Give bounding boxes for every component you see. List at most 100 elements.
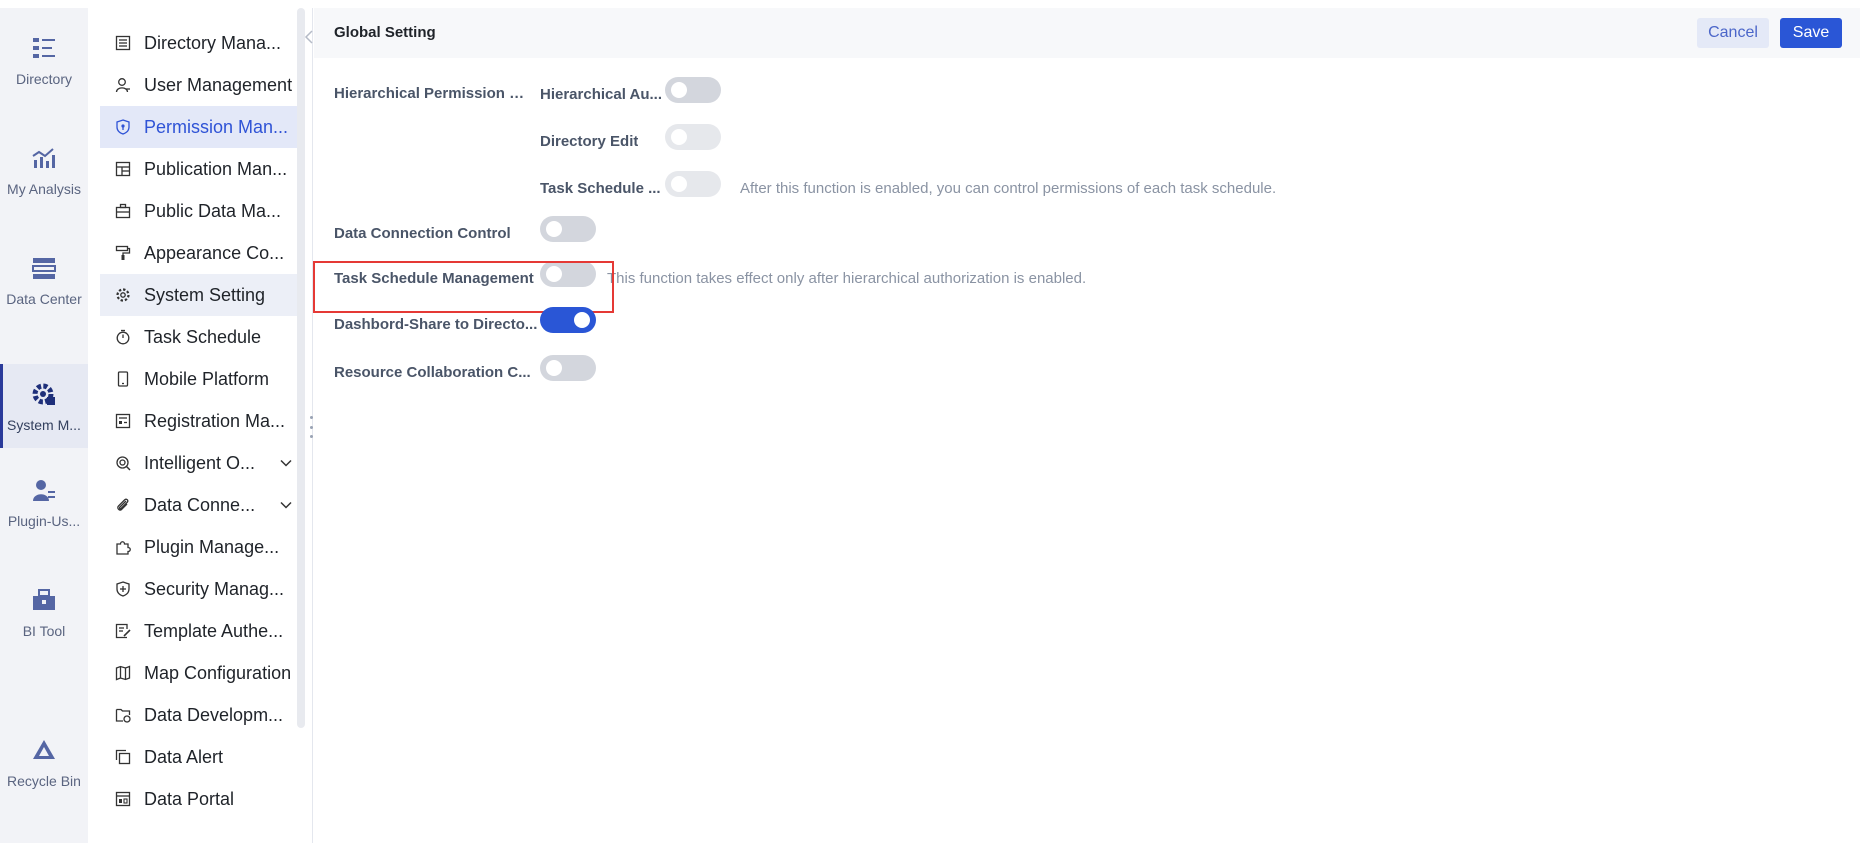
shield-icon [114,118,132,136]
paint-roller-icon [114,244,132,262]
menu-item-label: Security Manag... [144,578,285,599]
stopwatch-icon [114,328,132,346]
menu-item-public-data-management[interactable]: Public Data Ma... [100,190,298,232]
rail-item-data-center[interactable]: Data Center [0,238,88,322]
gear-icon [114,286,132,304]
menu-item-label: Intelligent O... [144,452,256,473]
menu-item-label: System Setting [144,284,266,305]
menu-item-publication-management[interactable]: Publication Man... [100,148,298,190]
toggle-knob [546,360,562,376]
cancel-button[interactable]: Cancel [1697,18,1769,48]
puzzle-icon [114,538,132,556]
rail-item-system-management[interactable]: System M... [0,364,88,448]
rail-item-directory[interactable]: Directory [0,18,88,102]
toggle-knob [546,221,562,237]
recycle-bin-icon [29,735,59,765]
resource-collaboration-label: Resource Collaboration C... [334,364,531,381]
menu-item-task-schedule[interactable]: Task Schedule [100,316,298,358]
intelligent-ops-icon [114,454,132,472]
page-header: Global Setting Cancel Save [314,8,1860,58]
chevron-down-icon[interactable] [278,455,294,471]
menu-item-mobile-platform[interactable]: Mobile Platform [100,358,298,400]
rail-label: Data Center [6,291,82,307]
paperclip-icon [114,496,132,514]
menu-item-data-portal[interactable]: Data Portal [100,778,298,820]
directory-edit-toggle[interactable] [665,124,721,150]
menu-item-appearance-configuration[interactable]: Appearance Co... [100,232,298,274]
analysis-icon [29,143,59,173]
data-connection-control-label: Data Connection Control [334,225,511,242]
menu-item-label: Plugin Manage... [144,536,280,557]
menu-item-label: Data Conne... [144,494,256,515]
hierarchical-authorization-label: Hierarchical Au... [540,86,662,103]
menu-item-label: Template Authe... [144,620,284,641]
menu-item-system-setting[interactable]: System Setting [100,274,298,316]
menu-item-directory-management[interactable]: Directory Mana... [100,22,298,64]
mobile-icon [114,370,132,388]
toggle-knob [671,82,687,98]
top-strip [0,0,1860,8]
template-edit-icon [114,622,132,640]
page-title: Global Setting [334,24,436,41]
toolbox-icon [29,585,59,615]
rail-item-plugin-user[interactable]: Plugin-Us... [0,460,88,544]
rail-item-my-analysis[interactable]: My Analysis [0,128,88,212]
menu-item-permission-management[interactable]: Permission Man... [100,106,298,148]
user-icon [114,76,132,94]
resource-collaboration-toggle[interactable] [540,355,596,381]
menu-item-user-management[interactable]: User Management [100,64,298,106]
menu-scrollbar[interactable] [297,8,305,728]
main-content: Global Setting Cancel Save Hierarchical … [313,8,1860,843]
toggle-knob [671,129,687,145]
chevron-down-icon[interactable] [278,497,294,513]
rail-label: My Analysis [7,181,81,197]
menu-item-label: Map Configuration [144,662,292,683]
rail-label: Plugin-Us... [7,513,81,529]
menu-item-label: Data Developm... [144,704,284,725]
directory-edit-label: Directory Edit [540,133,639,150]
layout-icon [114,160,132,178]
security-shield-icon [114,580,132,598]
menu-item-template-authentication[interactable]: Template Authe... [100,610,298,652]
menu-item-label: Appearance Co... [144,242,285,263]
task-schedule-permission-label: Task Schedule ... [540,180,661,197]
hierarchical-authorization-toggle[interactable] [665,77,721,103]
directory-list-icon [114,34,132,52]
hierarchical-permission-label: Hierarchical Permission M... [334,85,534,102]
app-root: Directory My Analysis Data Center System… [0,0,1860,843]
menu-item-data-alert[interactable]: Data Alert [100,736,298,778]
menu-item-label: Mobile Platform [144,368,270,389]
menu-item-data-connection[interactable]: Data Conne... [100,484,298,526]
menu-item-label: Publication Man... [144,158,288,179]
menu-item-map-configuration[interactable]: Map Configuration [100,652,298,694]
task-schedule-permission-toggle[interactable] [665,171,721,197]
rail-item-bi-tool[interactable]: BI Tool [0,570,88,654]
toggle-knob [671,176,687,192]
data-center-icon [29,253,59,283]
data-connection-control-toggle[interactable] [540,216,596,242]
portal-icon [114,790,132,808]
toggle-knob [574,312,590,328]
menu-item-intelligent-ops[interactable]: Intelligent O... [100,442,298,484]
menu-item-registration-management[interactable]: Registration Ma... [100,400,298,442]
rail-label: System M... [7,417,81,433]
dashboard-share-label: Dashbord-Share to Directo... [334,316,538,333]
menu-item-label: User Management [144,74,293,95]
task-schedule-management-hint: This function takes effect only after hi… [607,270,1087,287]
rail-label: BI Tool [22,623,66,639]
menu-item-label: Registration Ma... [144,410,286,431]
save-button[interactable]: Save [1780,18,1842,48]
dashboard-share-toggle[interactable] [540,307,596,333]
system-gear-icon [29,379,59,409]
left-rail: Directory My Analysis Data Center System… [0,8,88,843]
menu-item-security-management[interactable]: Security Manag... [100,568,298,610]
menu-item-label: Data Portal [144,788,235,809]
menu-item-data-development[interactable]: Data Developm... [100,694,298,736]
rail-label: Directory [15,71,72,87]
secondary-menu: Directory Mana... User Management Permis… [88,8,313,843]
rail-item-recycle-bin[interactable]: Recycle Bin [0,720,88,804]
registration-icon [114,412,132,430]
menu-item-label: Task Schedule [144,326,262,347]
menu-item-plugin-management[interactable]: Plugin Manage... [100,526,298,568]
highlight-box [313,261,614,313]
